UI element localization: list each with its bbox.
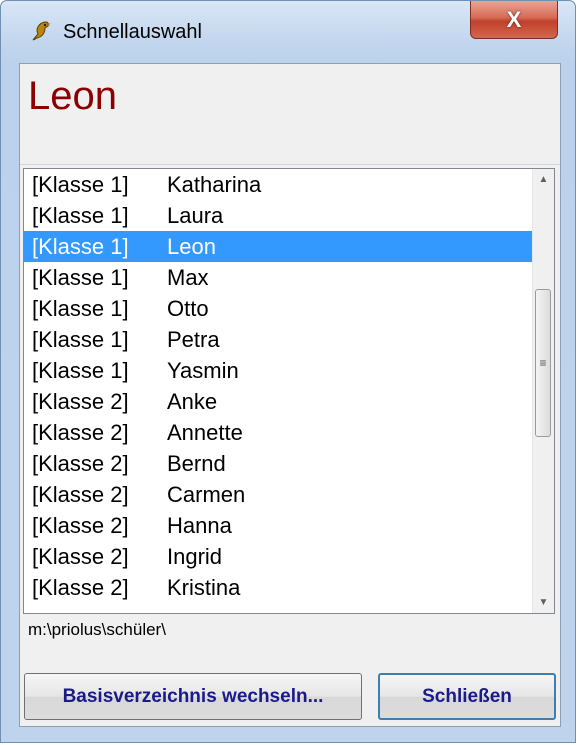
- dialog-client-area: Leon [Klasse 1] Katharina [Klasse 1] Laura[…: [19, 63, 561, 727]
- selected-name-display: Leon: [28, 74, 117, 118]
- list-item[interactable]: [Klasse 2] Bernd: [24, 448, 533, 479]
- list-item[interactable]: [Klasse 1] Yasmin: [24, 355, 533, 386]
- list-item[interactable]: [Klasse 1] Max: [24, 262, 533, 293]
- list-item-name: Petra: [167, 327, 220, 352]
- list-item-name: Carmen: [167, 482, 246, 507]
- student-listbox[interactable]: [Klasse 1] Katharina [Klasse 1] Laura [Klass…: [23, 168, 555, 614]
- list-item-name: Leon: [167, 234, 216, 259]
- list-item-class: [Klasse 1]: [32, 203, 129, 228]
- list-item-class: [Klasse 2]: [32, 389, 129, 414]
- list-item-class: [Klasse 2]: [32, 451, 129, 476]
- vertical-scrollbar[interactable]: ▲ ≡ ▼: [532, 169, 554, 613]
- list-item-class: [Klasse 2]: [32, 513, 129, 538]
- list-item[interactable]: [Klasse 2] Kristina: [24, 572, 533, 603]
- quick-select-window: Schnellauswahl X Leon [Klasse 1] Katharin…: [0, 0, 576, 743]
- list-item-name: Anke: [167, 389, 218, 414]
- selected-name-panel: Leon: [20, 64, 560, 165]
- list-item[interactable]: [Klasse 2] Ingrid: [24, 541, 533, 572]
- list-item-class: [Klasse 1]: [32, 265, 129, 290]
- list-item[interactable]: [Klasse 2] Carmen: [24, 479, 533, 510]
- scroll-thumb[interactable]: ≡: [535, 289, 551, 437]
- list-item-class: [Klasse 2]: [32, 575, 129, 600]
- list-item-name: Ingrid: [167, 544, 223, 569]
- list-item[interactable]: [Klasse 1] Katharina: [24, 169, 533, 200]
- list-item-name: Katharina: [167, 172, 262, 197]
- list-item-name: Annette: [167, 420, 243, 445]
- close-icon: X: [506, 6, 522, 32]
- list-item-class: [Klasse 1]: [32, 358, 129, 383]
- close-button[interactable]: Schließen: [378, 673, 556, 720]
- list-item-class: [Klasse 2]: [32, 544, 129, 569]
- list-item[interactable]: [Klasse 1] Laura: [24, 200, 533, 231]
- list-item-name: Otto: [167, 296, 209, 321]
- bird-icon: [29, 19, 53, 43]
- title-bar[interactable]: Schnellauswahl X: [1, 1, 575, 63]
- list-item[interactable]: [Klasse 1] Otto: [24, 293, 533, 324]
- list-item-name: Laura: [167, 203, 224, 228]
- window-title: Schnellauswahl: [63, 21, 202, 43]
- list-item[interactable]: [Klasse 2] Hanna: [24, 510, 533, 541]
- list-item[interactable]: [Klasse 2] Anke: [24, 386, 533, 417]
- close-window-button[interactable]: X: [470, 1, 558, 39]
- list-item-class: [Klasse 1]: [32, 234, 129, 259]
- list-item-name: Kristina: [167, 575, 241, 600]
- list-item-class: [Klasse 2]: [32, 420, 129, 445]
- list-item-class: [Klasse 2]: [32, 482, 129, 507]
- list-item-name: Yasmin: [167, 358, 239, 383]
- student-list: [Klasse 1] Katharina [Klasse 1] Laura [Klass…: [24, 169, 533, 603]
- base-directory-path: m:\priolus\schüler\: [28, 620, 166, 639]
- change-base-directory-button[interactable]: Basisverzeichnis wechseln...: [24, 673, 362, 720]
- grip-icon: ≡: [539, 356, 547, 370]
- list-item-selected[interactable]: [Klasse 1] Leon: [24, 231, 533, 262]
- list-item-class: [Klasse 1]: [32, 172, 129, 197]
- arrow-up-icon[interactable]: ▲: [533, 169, 554, 190]
- arrow-down-icon[interactable]: ▼: [533, 592, 554, 613]
- list-item-name: Max: [167, 265, 209, 290]
- list-item-name: Hanna: [167, 513, 232, 538]
- list-item[interactable]: [Klasse 1] Petra: [24, 324, 533, 355]
- list-item[interactable]: [Klasse 2] Annette: [24, 417, 533, 448]
- list-item-class: [Klasse 1]: [32, 296, 129, 321]
- list-item-class: [Klasse 1]: [32, 327, 129, 352]
- list-item-name: Bernd: [167, 451, 226, 476]
